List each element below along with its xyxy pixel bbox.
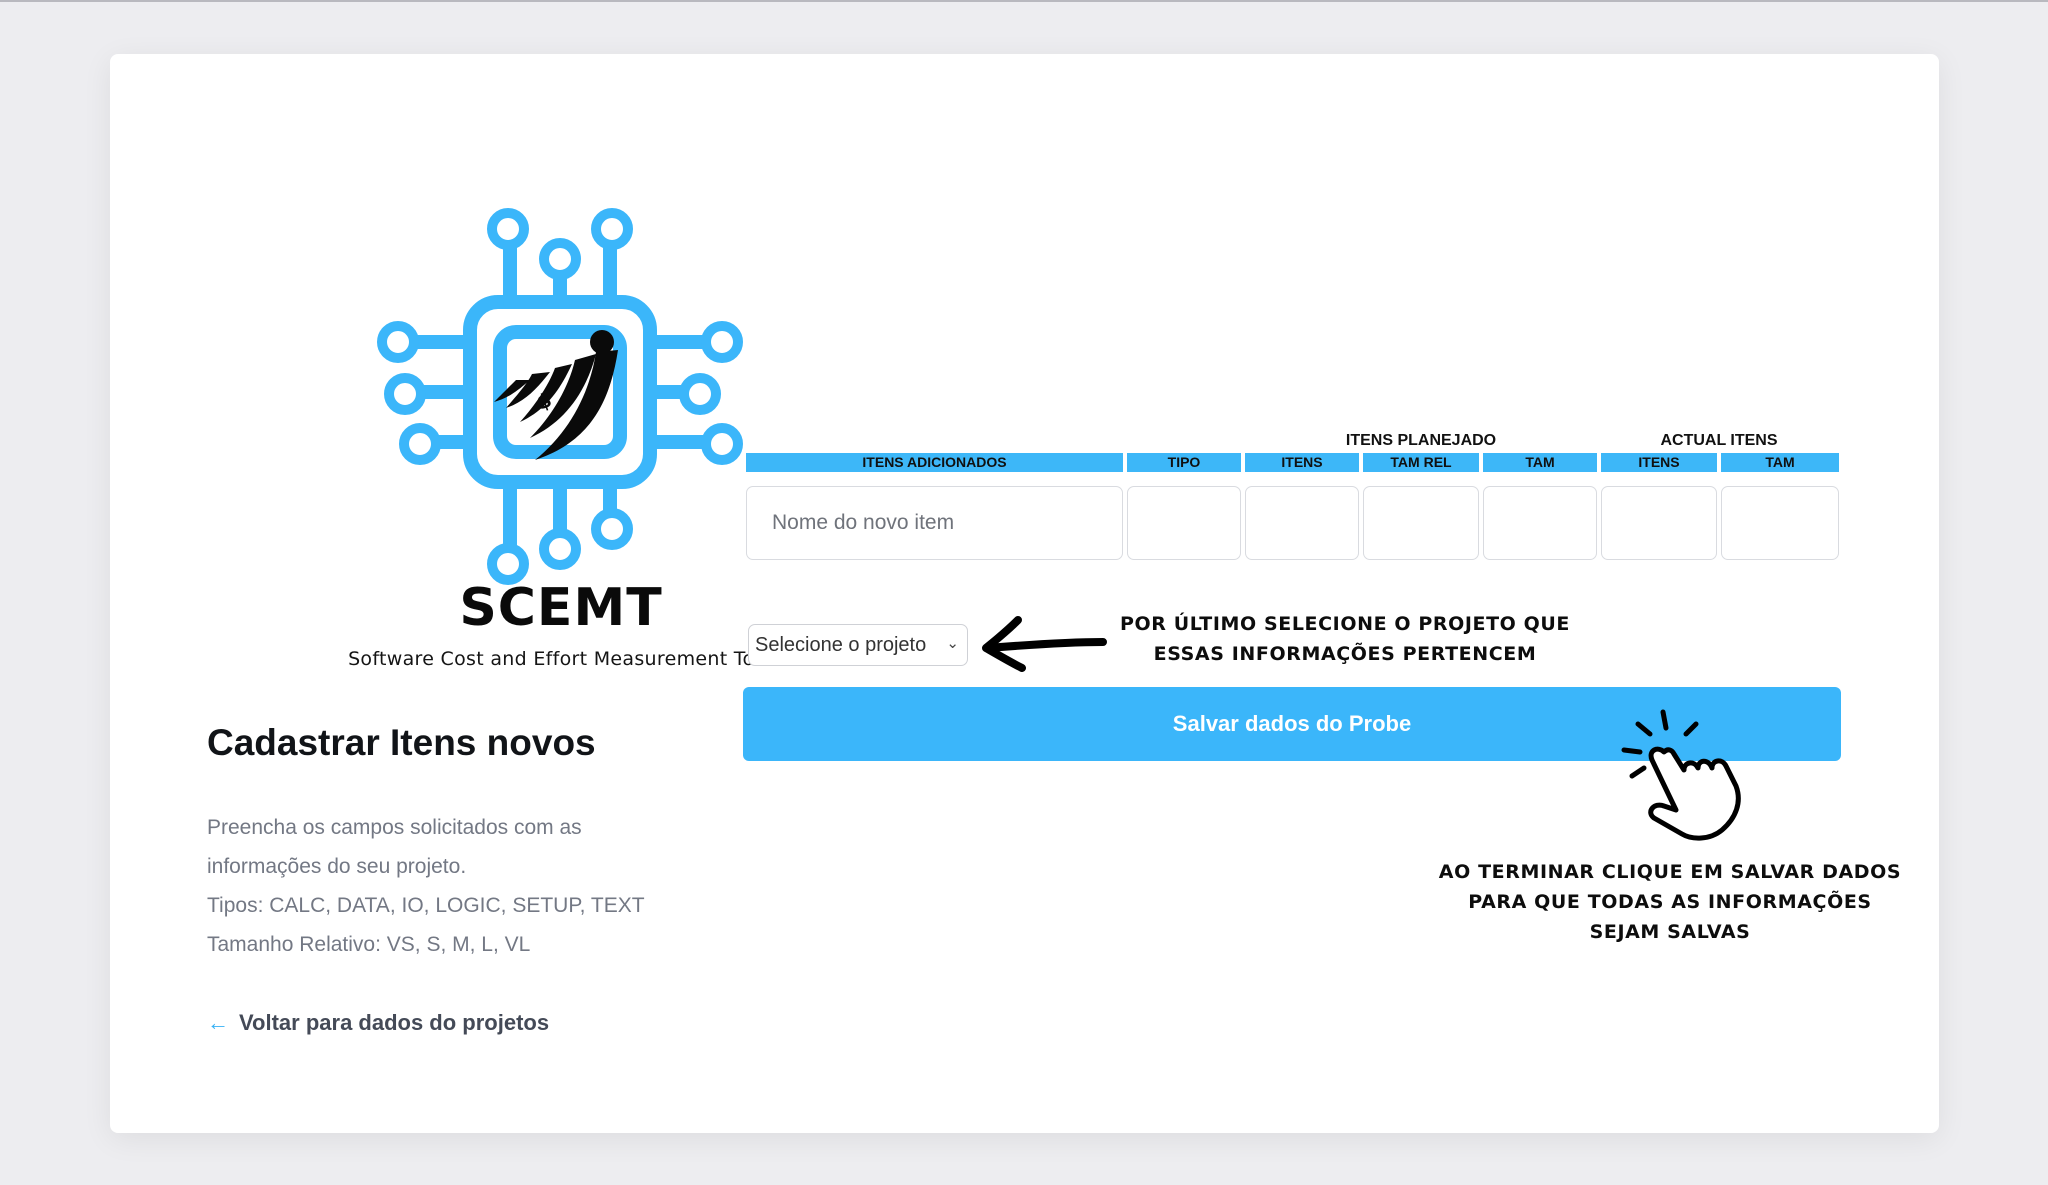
arrow-left-icon: ← <box>207 1010 229 1035</box>
column-header-actual-tam: TAM <box>1721 453 1839 472</box>
select-project-hint: POR ÚLTIMO SELECIONE O PROJETO QUE ESSAS… <box>1100 609 1590 669</box>
group-planned-label: ITENS PLANEJADO <box>1345 432 1497 449</box>
page-title: Cadastrar Itens novos <box>207 722 596 763</box>
tipo-input[interactable] <box>1127 486 1241 560</box>
brand-subtitle: Software Cost and Effort Measurement Too… <box>348 648 772 670</box>
back-link-label: Voltar para dados do projetos <box>239 1010 550 1035</box>
actual-tam-input[interactable] <box>1721 486 1839 560</box>
column-header-itens-adicionados: ITENS ADICIONADOS <box>746 453 1123 472</box>
instruction-line: Tamanho Relativo: VS, S, M, L, VL <box>207 933 531 956</box>
column-header-planned-itens: ITENS <box>1245 453 1359 472</box>
item-name-input[interactable] <box>746 486 1123 560</box>
instructions: Preencha os campos solicitados com as in… <box>207 808 667 964</box>
save-hint-line: PARA QUE TODAS AS INFORMAÇÕES <box>1468 891 1872 913</box>
brand-name: SCEMT <box>459 578 663 638</box>
planned-itens-input[interactable] <box>1245 486 1359 560</box>
chevron-down-icon: ⌄ <box>946 635 959 652</box>
instruction-line: Tipos: CALC, DATA, IO, LOGIC, SETUP, TEX… <box>207 894 645 917</box>
planned-tam-input[interactable] <box>1483 486 1597 560</box>
save-hint-line: SEJAM SALVAS <box>1589 921 1751 943</box>
back-link[interactable]: ← Voltar para dados do projetos <box>207 1010 549 1036</box>
actual-itens-input[interactable] <box>1601 486 1717 560</box>
main-card: $ SCEMT Software Cost and Effort Measure… <box>110 54 1939 1133</box>
select-hint-line: ESSAS INFORMAÇÕES PERTENCEM <box>1153 643 1537 665</box>
save-hint: AO TERMINAR CLIQUE EM SALVAR DADOS PARA … <box>1430 857 1910 947</box>
instruction-line: informações do seu projeto. <box>207 855 467 878</box>
instruction-line: Preencha os campos solicitados com as <box>207 816 582 839</box>
column-header-actual-itens: ITENS <box>1601 453 1717 472</box>
hand-click-icon <box>1621 709 1741 841</box>
arrow-left-icon <box>982 616 1107 672</box>
column-header-tipo: TIPO <box>1127 453 1241 472</box>
project-select-value: Selecione o projeto <box>755 633 927 656</box>
project-select[interactable]: Selecione o projeto ⌄ <box>748 624 968 666</box>
select-hint-line: POR ÚLTIMO SELECIONE O PROJETO QUE <box>1119 613 1571 635</box>
save-hint-line: AO TERMINAR CLIQUE EM SALVAR DADOS <box>1438 861 1902 883</box>
group-actual-label: ACTUAL ITENS <box>1660 432 1778 449</box>
tam-rel-input[interactable] <box>1363 486 1479 560</box>
scemt-logo-icon: $ <box>377 208 743 585</box>
column-header-tam-rel: TAM REL <box>1363 453 1479 472</box>
column-header-planned-tam: TAM <box>1483 453 1597 472</box>
